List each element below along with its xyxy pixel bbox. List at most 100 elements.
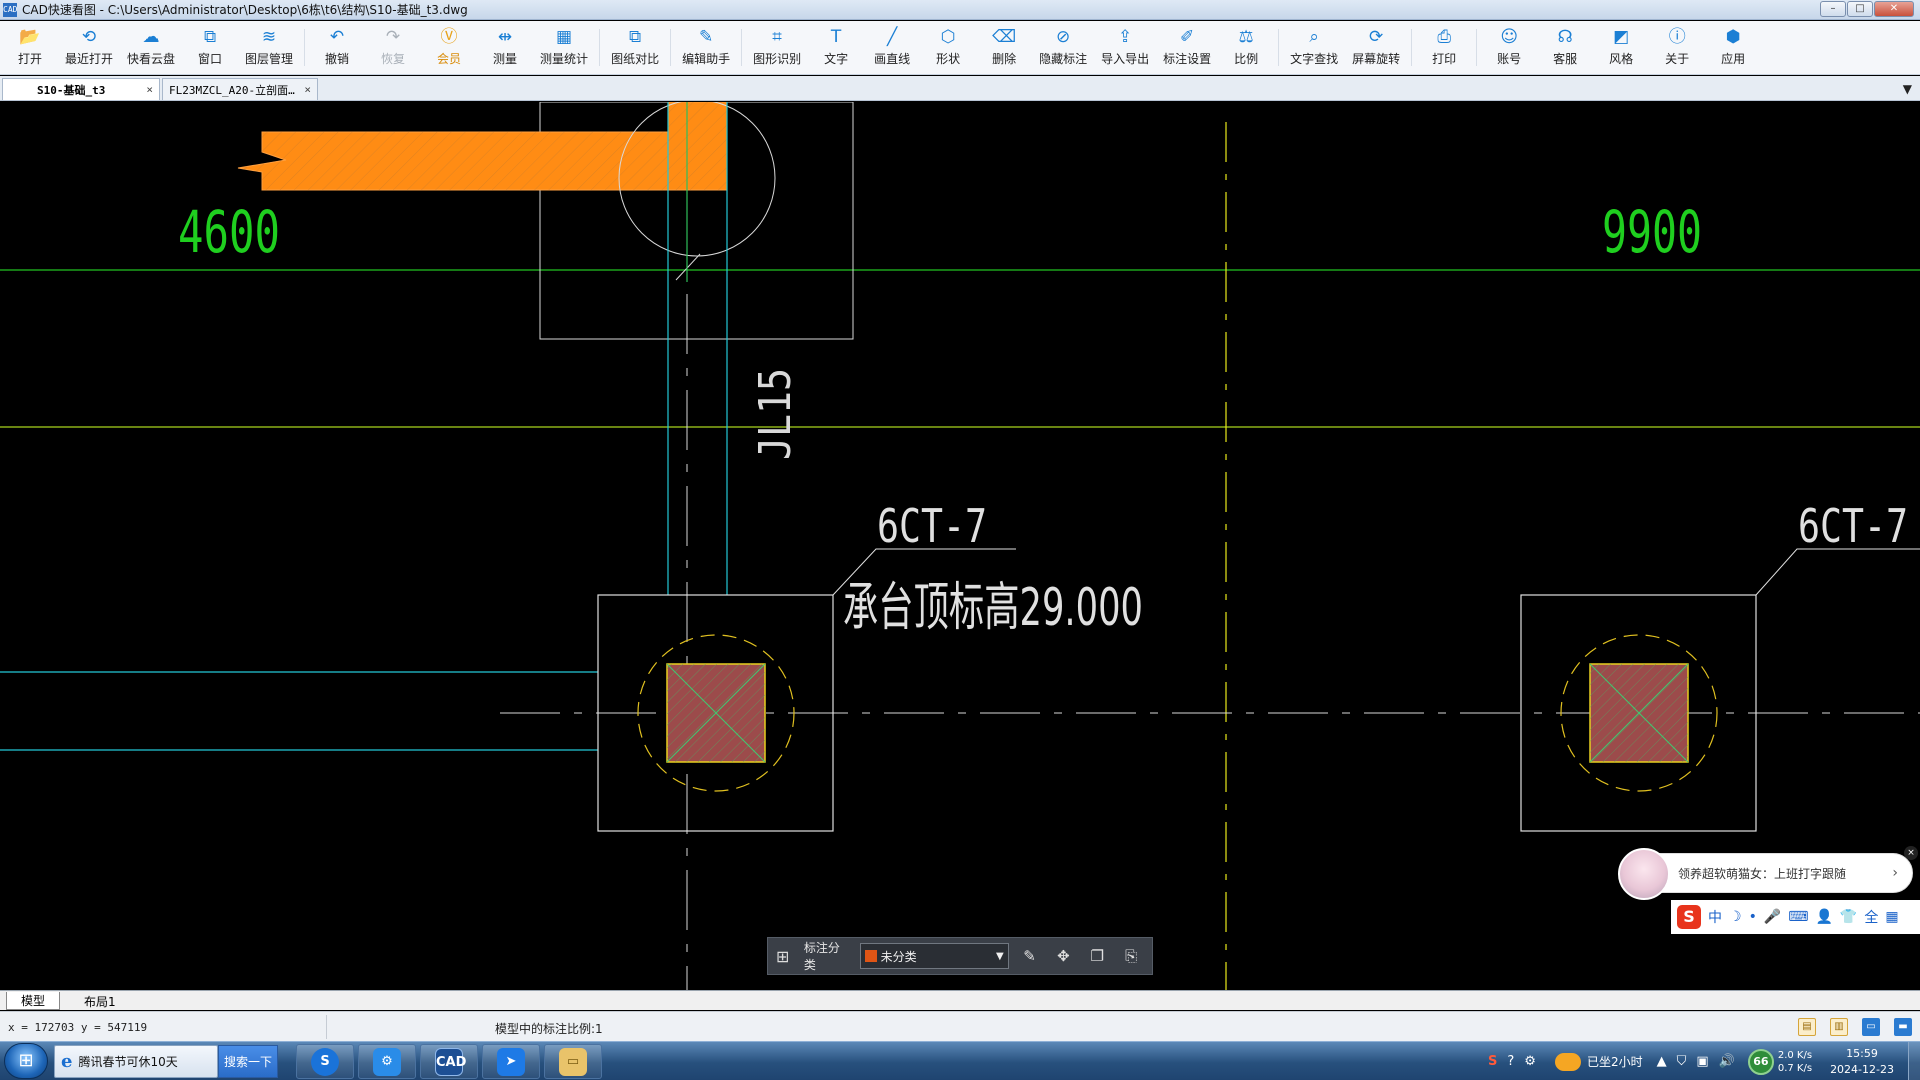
toolbar-button-folder-open[interactable]: 📂 打开 (9, 21, 51, 74)
edit-assistant-icon: ✎ (698, 27, 714, 47)
toolbar-button-hide-annotation[interactable]: ⊘ 隐藏标注 (1039, 21, 1087, 74)
toolbar-button-rotate-screen[interactable]: ⟳ 屏幕旋转 (1352, 21, 1400, 74)
edit-icon[interactable]: ✎ (1017, 943, 1043, 969)
toolbar-button-import-export[interactable]: ⇪ 导入导出 (1101, 21, 1149, 74)
taskbar-app-cad[interactable]: CAD (420, 1044, 478, 1079)
toolbar-button-window[interactable]: ⧉ 窗口 (189, 21, 231, 74)
toolbar-button-style[interactable]: ◩ 风格 (1600, 21, 1642, 74)
clock-date: 2024-12-23 (1830, 1062, 1894, 1076)
layout-icon[interactable]: ▬ (1894, 1018, 1912, 1036)
ime-item[interactable]: 全 (1864, 907, 1878, 927)
toolbar-separator (741, 29, 743, 66)
sogou-tray-icon[interactable]: S (1488, 1054, 1497, 1069)
ortho-icon[interactable]: ▥ (1830, 1018, 1848, 1036)
taskbar-app-explorer[interactable]: ▭ (544, 1044, 602, 1079)
ime-item[interactable]: 👤 (1815, 909, 1832, 925)
start-button[interactable]: ⊞ (4, 1043, 48, 1079)
layout-tab-label: 布局1 (84, 994, 116, 1009)
tab-list-dropdown-icon[interactable]: ▼ (1903, 82, 1912, 96)
elevation-note: 承台顶标高29.000 (843, 578, 1143, 638)
toolbar-button-label: 图层管理 (245, 52, 294, 66)
paste-icon[interactable]: ⎘ (1118, 943, 1144, 969)
help-icon[interactable]: ? (1507, 1054, 1514, 1069)
dimension-text-right: 9900 (1602, 198, 1702, 266)
move-icon[interactable]: ✥ (1051, 943, 1077, 969)
close-icon[interactable]: × (1904, 846, 1918, 860)
toolbar-button-text[interactable]: T 文字 (815, 21, 857, 74)
clock[interactable]: 15:59 2024-12-23 (1830, 1046, 1894, 1078)
chat-popup[interactable]: 领养超软萌猫女：上班打字跟随 › × (1618, 846, 1918, 900)
display-mode-icon[interactable]: ▭ (1862, 1018, 1880, 1036)
toolbar-button-measure-stats[interactable]: ▦ 测量统计 (540, 21, 588, 74)
cpu-usage-badge[interactable]: 66 (1747, 1048, 1774, 1075)
toolbar-button-layers[interactable]: ≋ 图层管理 (245, 21, 293, 74)
ime-item[interactable]: ⌨ (1788, 909, 1808, 925)
tab-layout1[interactable]: 布局1 (70, 992, 130, 1010)
toolbar-button-edit-assistant[interactable]: ✎ 编辑助手 (682, 21, 730, 74)
minimize-button[interactable]: – (1820, 1, 1846, 17)
taskbar-app-tool[interactable]: ⚙ (358, 1044, 416, 1079)
close-tab-icon[interactable]: × (304, 83, 311, 96)
status-bar: x = 172703 y = 547119 模型中的标注比例:1 ▤ ▥ ▭ ▬ (0, 1011, 1920, 1041)
show-desktop-button[interactable] (1908, 1042, 1920, 1080)
redo-icon: ↷ (385, 27, 401, 47)
annotation-category-select[interactable]: 未分类 ▼ (859, 943, 1009, 969)
toolbar-button-recent[interactable]: ⟲ 最近打开 (65, 21, 113, 74)
ime-item[interactable]: ▦ (1885, 909, 1898, 925)
toolbar-button-shape-recognize[interactable]: ⌗ 图形识别 (753, 21, 801, 74)
copy-icon[interactable]: ❐ (1084, 943, 1110, 969)
ime-item[interactable]: • (1749, 909, 1757, 925)
taskbar-app-sogou[interactable]: S (296, 1044, 354, 1079)
network-icon[interactable]: ▣ (1696, 1054, 1708, 1069)
headset-icon: ☊ (1557, 27, 1573, 47)
snap-icon[interactable]: ▤ (1798, 1018, 1816, 1036)
tray-expand-icon[interactable]: ▲ (1657, 1054, 1667, 1069)
toolbar-button-apps[interactable]: ⬢ 应用 (1712, 21, 1754, 74)
toolbar-button-line[interactable]: ╱ 画直线 (871, 21, 913, 74)
file-tab-s10[interactable]: S10-基础_t3 × (2, 78, 160, 100)
toolbar-button-redo[interactable]: ↷ 恢复 (372, 21, 414, 74)
coordinate-readout: x = 172703 y = 547119 (8, 1021, 148, 1034)
file-tab-label: S10-基础_t3 (37, 83, 106, 97)
toolbar-button-shape[interactable]: ⬡ 形状 (927, 21, 969, 74)
ime-item[interactable]: 🎤 (1764, 909, 1781, 925)
close-tab-icon[interactable]: × (146, 83, 153, 96)
toolbar-button-text-search[interactable]: ⌕ 文字查找 (1290, 21, 1338, 74)
ime-item[interactable]: ☽ (1729, 909, 1742, 925)
toolbar-button-print[interactable]: ⎙ 打印 (1423, 21, 1465, 74)
pile-cap-label: 6CT-7 (1798, 499, 1908, 553)
toolbar-button-account[interactable]: ☺ 账号 (1488, 21, 1530, 74)
toolbar-button-undo[interactable]: ↶ 撤销 (316, 21, 358, 74)
toolbar-button-vip[interactable]: Ⓥ 会员 (428, 21, 470, 74)
toolbar-button-info[interactable]: ⓘ 关于 (1656, 21, 1698, 74)
toolbar-button-label: 文字 (824, 52, 849, 66)
ime-item[interactable]: 中 (1708, 907, 1722, 927)
grid-icon[interactable]: ⊞ (776, 947, 796, 966)
file-tab-fl23[interactable]: FL23MZCL_A20-立剖面… × (162, 78, 318, 100)
tray-settings-icon[interactable]: ⚙ (1524, 1054, 1536, 1069)
reminder-icon (1554, 1052, 1581, 1071)
volume-icon[interactable]: 🔊 (1719, 1054, 1735, 1069)
recent-icon: ⟲ (81, 27, 97, 47)
search-button[interactable]: 搜索一下 (218, 1045, 278, 1078)
toolbar-separator (1411, 29, 1413, 66)
ime-item[interactable]: 👕 (1840, 909, 1857, 925)
toolbar-button-scale[interactable]: ⚖ 比例 (1225, 21, 1267, 74)
security-icon[interactable]: ⛉ (1677, 1054, 1687, 1069)
toolbar-separator (1278, 29, 1280, 66)
toolbar-button-headset[interactable]: ☊ 客服 (1544, 21, 1586, 74)
toolbar-button-measure[interactable]: ⇹ 测量 (484, 21, 526, 74)
sit-reminder[interactable]: 已坐2小时 (1554, 1052, 1643, 1071)
toolbar-button-cloud[interactable]: ☁ 快看云盘 (127, 21, 175, 74)
toolbar-button-eraser[interactable]: ⌫ 删除 (983, 21, 1025, 74)
toolbar-button-annotation-settings[interactable]: ✐ 标注设置 (1163, 21, 1211, 74)
maximize-button[interactable]: □ (1847, 1, 1873, 17)
taskbar-app-feishu[interactable]: ➤ (482, 1044, 540, 1079)
toolbar-separator (304, 29, 306, 66)
chevron-right-icon[interactable]: › (1892, 865, 1898, 881)
tab-model[interactable]: 模型 (6, 992, 61, 1010)
browser-taskbar-item[interactable]: e 腾讯春节可休10天 (54, 1045, 218, 1078)
close-button[interactable]: ✕ (1874, 1, 1914, 17)
ime-logo-icon[interactable]: S (1677, 905, 1701, 929)
toolbar-button-compare[interactable]: ⧉ 图纸对比 (611, 21, 659, 74)
